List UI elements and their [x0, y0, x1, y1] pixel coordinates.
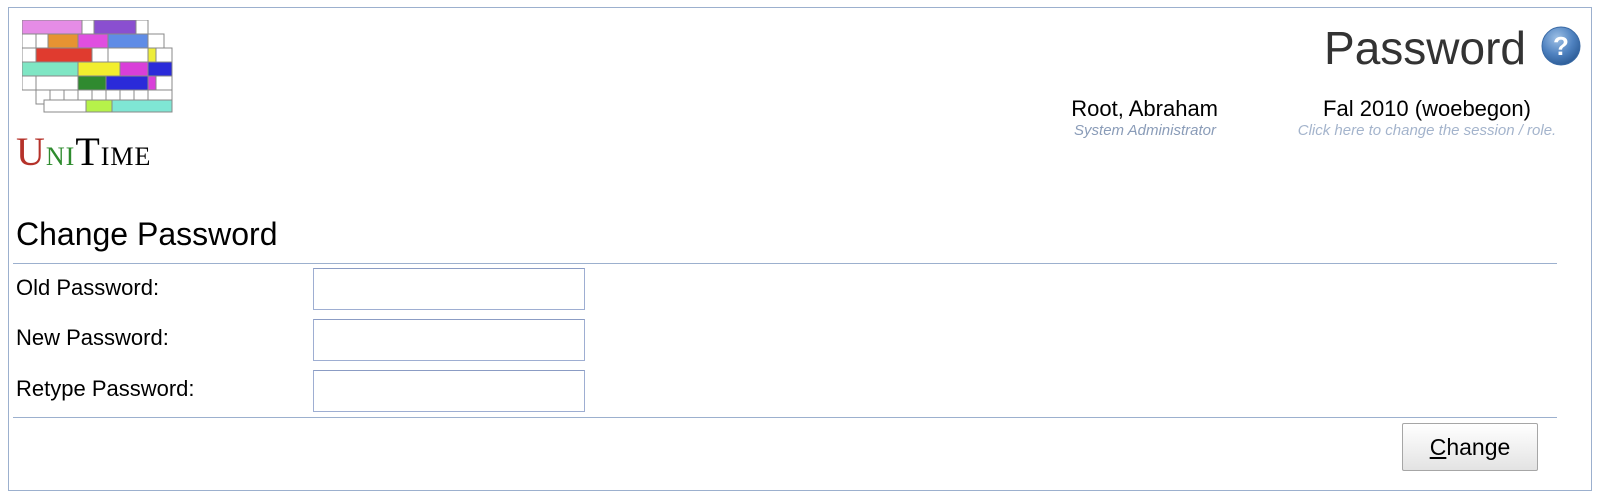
old-password-label: Old Password: — [16, 275, 160, 300]
retype-password-label: Retype Password: — [16, 376, 195, 401]
svg-text:?: ? — [1553, 31, 1569, 61]
question-circle-icon[interactable]: ? — [1540, 25, 1582, 67]
page-title: Password — [1324, 22, 1526, 74]
unitime-logo-grid — [22, 20, 178, 114]
section-divider — [13, 263, 1557, 264]
session-selector[interactable]: Fal 2010 (woebegon) Click here to change… — [1272, 96, 1582, 140]
user-info: Root, Abraham System Administrator — [1071, 96, 1218, 140]
section-title: Change Password — [16, 216, 278, 252]
session-name[interactable]: Fal 2010 (woebegon) — [1272, 96, 1582, 122]
new-password-input[interactable] — [313, 319, 585, 361]
user-name: Root, Abraham — [1071, 96, 1218, 121]
user-role: System Administrator — [1074, 122, 1216, 139]
new-password-label: New Password: — [16, 325, 169, 350]
retype-password-input[interactable] — [313, 370, 585, 412]
old-password-input[interactable] — [313, 268, 585, 310]
change-button[interactable]: Change — [1402, 423, 1538, 471]
footer-divider — [13, 417, 1557, 418]
unitime-logo-text: UNITIME — [16, 129, 152, 174]
session-change-hint[interactable]: Click here to change the session / role. — [1272, 122, 1582, 140]
